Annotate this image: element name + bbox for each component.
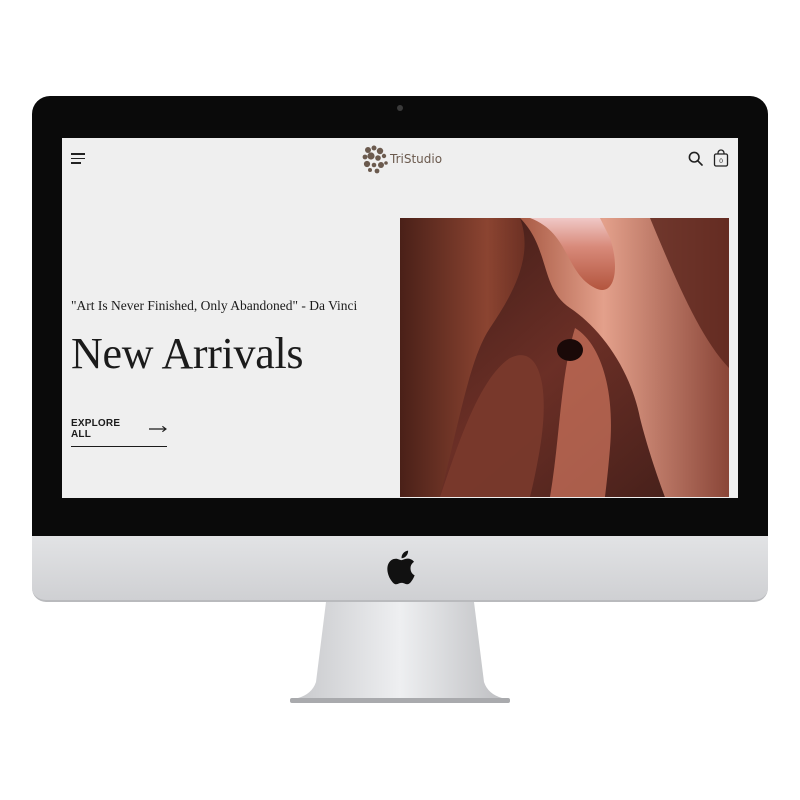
monitor-chin bbox=[32, 536, 768, 602]
webcam bbox=[397, 105, 403, 111]
apple-logo-icon bbox=[387, 550, 415, 585]
shopping-bag-icon[interactable]: 0 bbox=[713, 149, 729, 167]
arrow-right-icon bbox=[149, 425, 167, 433]
hero-canyon-image[interactable] bbox=[400, 218, 729, 497]
brand-name: TriStudio bbox=[390, 152, 443, 166]
explore-all-link[interactable]: EXPLORE ALL bbox=[71, 418, 167, 447]
hero-text: "Art Is Never Finished, Only Abandoned" … bbox=[71, 298, 401, 376]
website-screen: TriStudio 0 "Art Is Never Finished, Only… bbox=[62, 138, 738, 498]
brand-logo[interactable]: TriStudio bbox=[360, 144, 442, 174]
search-icon[interactable] bbox=[688, 151, 703, 166]
brand-logo-mark bbox=[362, 145, 388, 174]
site-header: TriStudio 0 bbox=[62, 138, 738, 180]
hero-quote: "Art Is Never Finished, Only Abandoned" … bbox=[71, 298, 358, 313]
explore-all-label: EXPLORE ALL bbox=[71, 418, 121, 440]
hamburger-menu-icon[interactable] bbox=[71, 153, 85, 165]
cart-count: 0 bbox=[719, 158, 723, 165]
hero-headline: New Arrivals bbox=[71, 329, 304, 378]
monitor-stand bbox=[290, 602, 510, 703]
